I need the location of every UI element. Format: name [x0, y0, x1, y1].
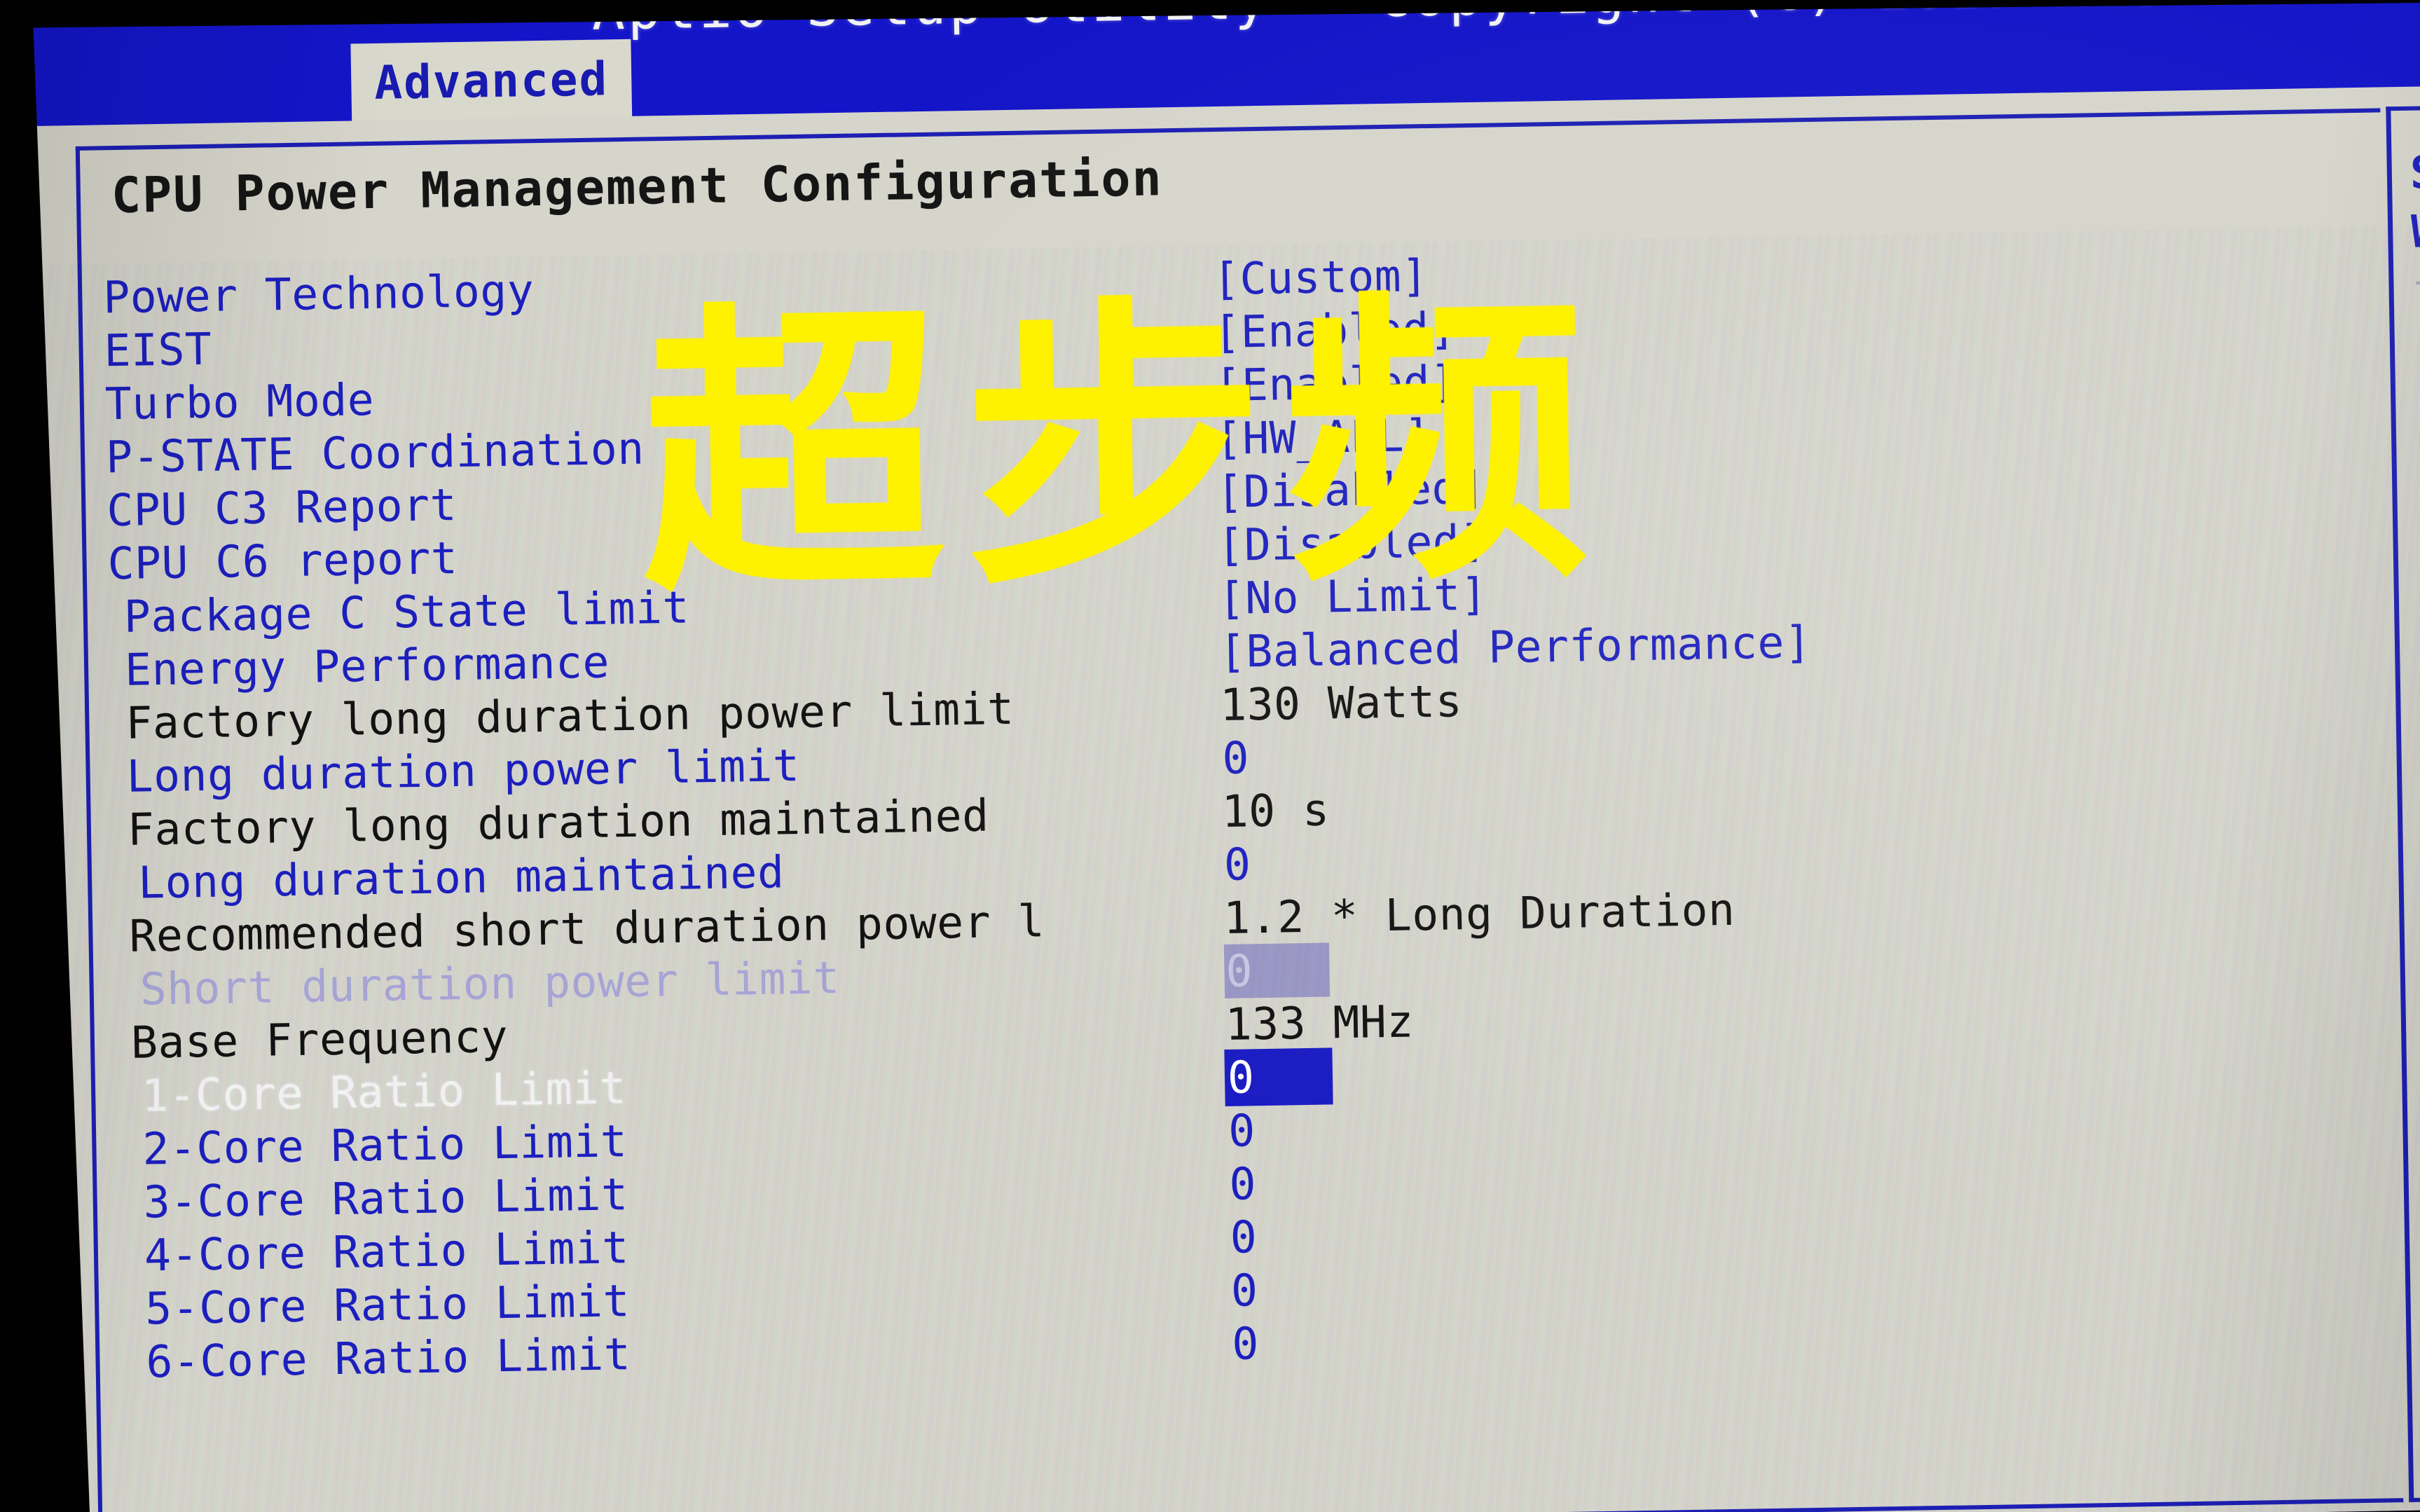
setting-value[interactable]: 0 [1221, 729, 1326, 785]
value-input-box[interactable]: 0 [1230, 1315, 1336, 1370]
tab-advanced[interactable]: Advanced [350, 39, 633, 123]
value-input-box[interactable]: 0 [1222, 836, 1328, 891]
help-subtext: fa [2412, 264, 2420, 317]
setting-value[interactable]: 0 [1229, 1262, 1335, 1317]
value-input-box[interactable]: 0 [1228, 1155, 1333, 1211]
setting-value[interactable]: 0 [1223, 942, 1331, 998]
tab-advanced-label: Advanced [373, 51, 609, 110]
value-input-box[interactable]: 0 [1221, 729, 1326, 785]
setting-value: 1.2 * Long Duration [1223, 884, 1735, 944]
chinese-watermark-overlay: 超步频 [638, 266, 1611, 633]
setting-value[interactable]: 0 [1225, 1048, 1332, 1105]
help-line-2: Wa [2410, 205, 2420, 259]
help-line-1: Sh [2409, 146, 2420, 200]
value-input-box[interactable]: 0 [1229, 1262, 1335, 1317]
setting-value[interactable]: 0 [1228, 1209, 1334, 1264]
value-input-box[interactable]: 0 [1223, 942, 1331, 998]
bios-screen: Aptio Setup Utility - Copyright (C) 2017… [31, 0, 2420, 1512]
setting-value[interactable]: 0 [1230, 1315, 1336, 1370]
setting-value[interactable]: 0 [1222, 836, 1328, 891]
value-input-box[interactable]: 0 [1225, 1048, 1332, 1105]
value-input-box[interactable]: 0 [1228, 1209, 1334, 1264]
setting-value[interactable]: [Balanced Performance] [1218, 616, 1812, 677]
setting-value[interactable]: 0 [1228, 1155, 1333, 1211]
value-input-box[interactable]: 0 [1227, 1102, 1333, 1157]
setting-value: 10 s [1221, 783, 1331, 837]
setting-value: 130 Watts [1219, 675, 1463, 731]
setting-value[interactable]: 0 [1227, 1102, 1333, 1157]
setting-value: 133 MHz [1225, 995, 1415, 1050]
page-title: Aptio Setup Utility - Copyright (C) 2017… [591, 0, 2413, 43]
bios-photo: Aptio Setup Utility - Copyright (C) 2017… [0, 0, 2420, 1512]
